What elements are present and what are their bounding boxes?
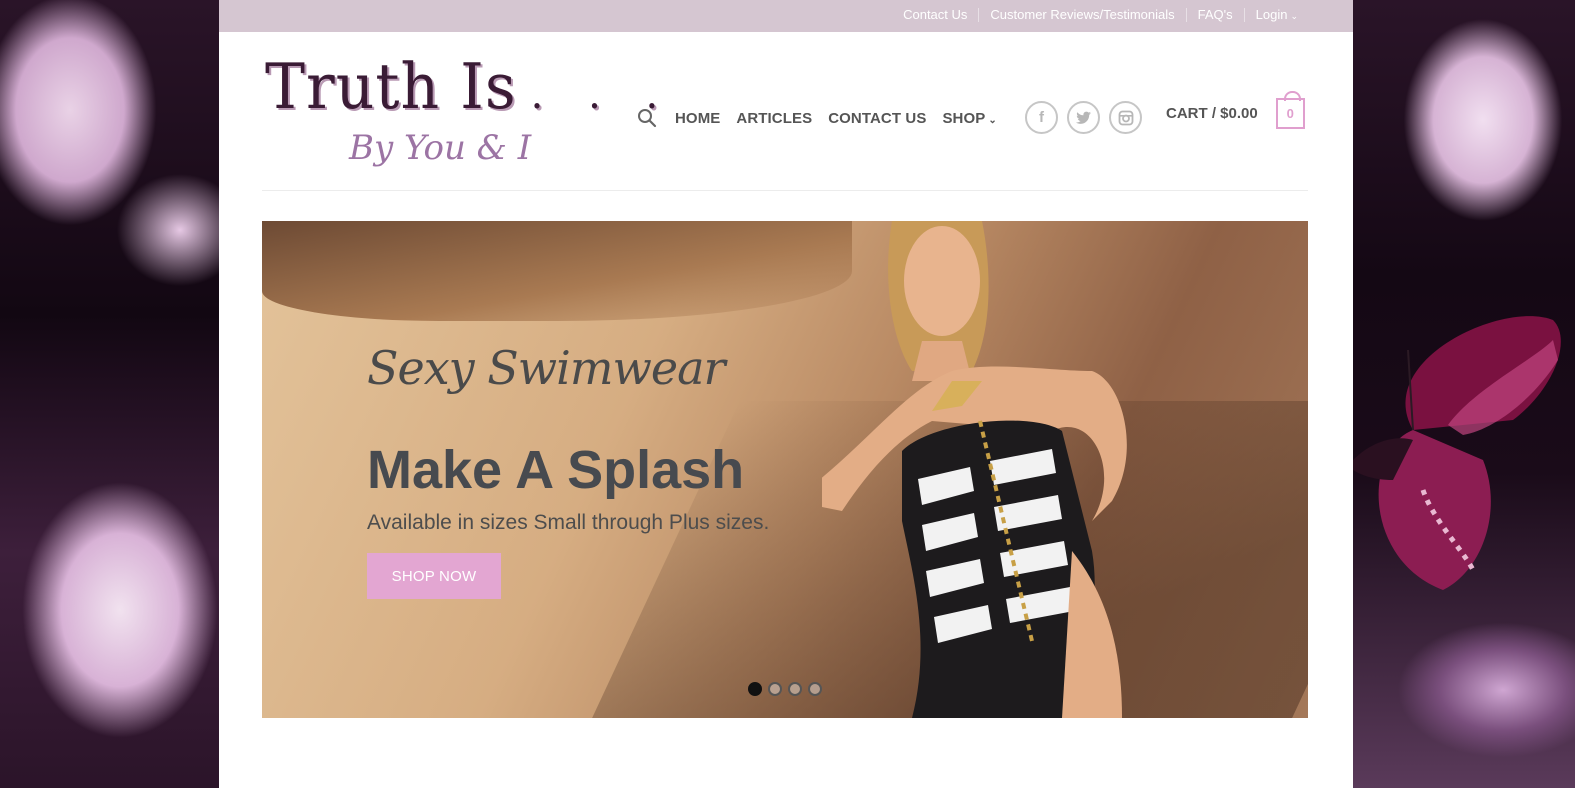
background-flowers-left (0, 0, 219, 788)
nav-item-articles[interactable]: ARTICLES (736, 110, 812, 127)
hero-model-image (822, 221, 1127, 718)
logo-title-text: Truth Is (265, 50, 517, 124)
chevron-down-icon: ⌄ (988, 114, 997, 126)
site-logo[interactable]: Truth Is. . . By You & I (265, 50, 658, 172)
social-links: f (1025, 101, 1151, 134)
nav-item-home[interactable]: HOME (675, 110, 720, 127)
logo-title: Truth Is. . . (265, 50, 658, 131)
slider-dot[interactable] (788, 682, 802, 696)
cart-count-badge: 0 (1275, 91, 1305, 129)
top-utility-bar: Contact Us Customer Reviews/Testimonials… (219, 0, 1353, 32)
login-link[interactable]: Login ⌄ (1245, 7, 1309, 22)
hero-title: Make A Splash (367, 440, 745, 500)
instagram-glyph (1118, 110, 1133, 125)
header-divider (262, 190, 1308, 191)
slider-dot[interactable] (748, 682, 762, 696)
slider-dot[interactable] (808, 682, 822, 696)
instagram-icon[interactable] (1109, 101, 1142, 134)
faq-link[interactable]: FAQ's (1187, 7, 1244, 22)
cart[interactable]: CART / $0.00 0 (1166, 91, 1305, 129)
page-container: Truth Is. . . By You & I HOME ARTICLES C… (219, 32, 1353, 788)
twitter-bird-glyph (1075, 111, 1091, 124)
search-icon[interactable] (637, 108, 657, 128)
hero-slider: Sexy Swimwear Make A Splash Available in… (262, 221, 1308, 718)
slider-dot[interactable] (768, 682, 782, 696)
background-flowers-right (1353, 0, 1575, 788)
butterfly-illustration (1353, 316, 1561, 590)
twitter-icon[interactable] (1067, 101, 1100, 134)
facebook-icon[interactable]: f (1025, 101, 1058, 134)
reviews-link[interactable]: Customer Reviews/Testimonials (979, 7, 1185, 22)
login-label: Login (1255, 7, 1288, 22)
hero-background-rock (262, 221, 852, 321)
main-nav: HOME ARTICLES CONTACT US SHOP ⌄ (637, 102, 1013, 134)
hero-subtitle: Available in sizes Small through Plus si… (367, 511, 770, 534)
hero-script-heading: Sexy Swimwear (367, 341, 726, 395)
chevron-down-icon: ⌄ (1290, 11, 1298, 21)
top-links: Contact Us Customer Reviews/Testimonials… (892, 7, 1309, 22)
contact-us-link[interactable]: Contact Us (892, 7, 978, 22)
cart-label: CART / $0.00 (1166, 105, 1258, 122)
nav-item-shop-label: SHOP (942, 109, 986, 127)
logo-tagline: By You & I (349, 128, 532, 168)
nav-item-shop[interactable]: SHOP ⌄ (942, 110, 996, 127)
slider-dots (748, 682, 828, 696)
shop-now-button[interactable]: SHOP NOW (367, 553, 501, 599)
nav-item-contact-us[interactable]: CONTACT US (828, 110, 926, 127)
